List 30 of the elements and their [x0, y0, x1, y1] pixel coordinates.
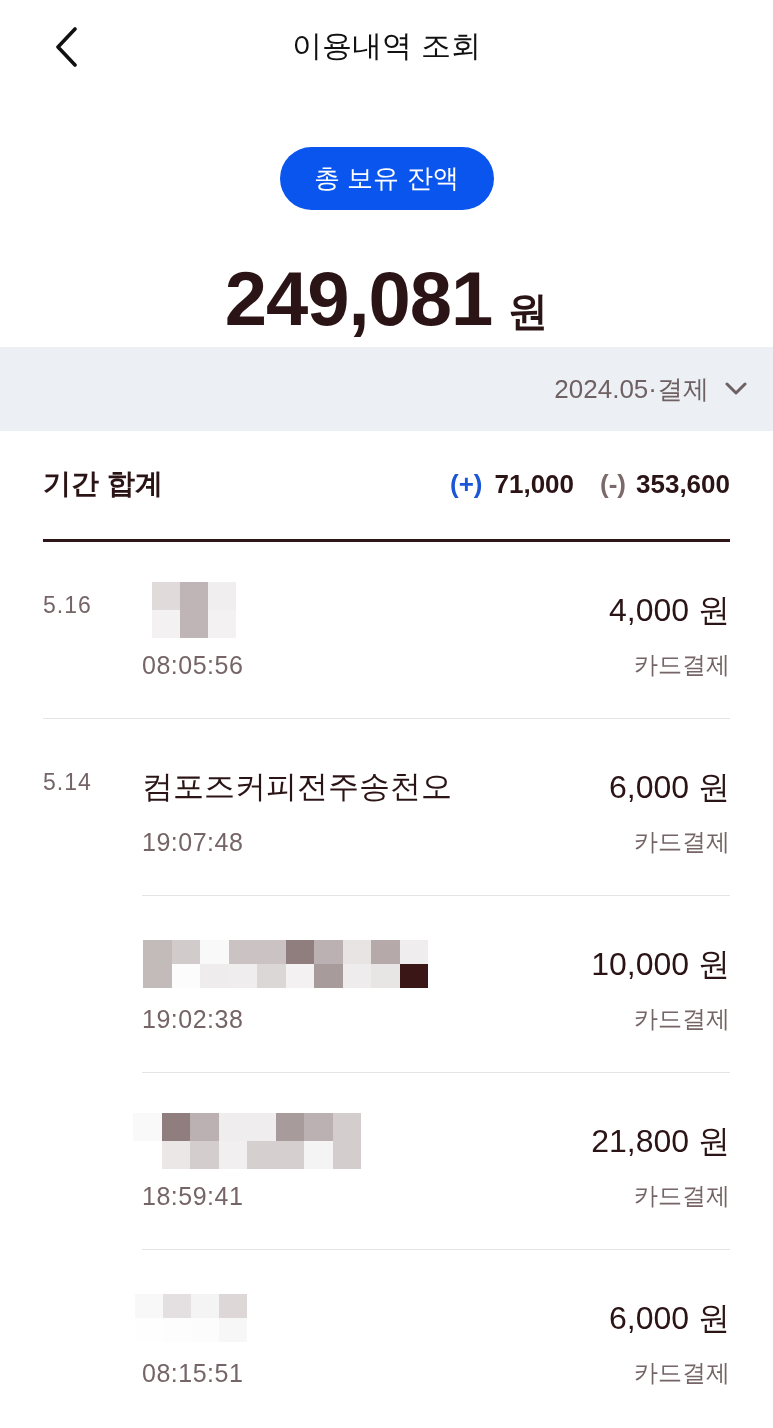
chevron-down-icon: [725, 382, 747, 396]
period-filter-dropdown[interactable]: 2024.05·결제: [554, 369, 747, 409]
balance-amount: 249,081: [224, 259, 493, 339]
back-icon: [54, 27, 78, 67]
expense-sign: (-): [600, 467, 626, 501]
payment-method-text: 카드결제: [634, 1181, 730, 1211]
payment-method-text: 카드결제: [634, 650, 730, 680]
time-text: 19:07:48: [142, 827, 244, 858]
payment-method-text: 카드결제: [634, 1004, 730, 1034]
income-total: 71,000: [494, 467, 575, 501]
time-text: 19:02:38: [142, 1004, 244, 1035]
period-total-label: 기간 합계: [43, 467, 163, 501]
payment-method-text: 카드결제: [634, 1358, 730, 1388]
date-text: 5.16: [43, 590, 92, 620]
time-text: 08:05:56: [142, 650, 244, 681]
merchant-name: 컴포즈커피전주송천오: [142, 768, 452, 806]
amount-text: 6,000 원: [609, 1299, 730, 1338]
amount-text: 4,000 원: [609, 591, 730, 630]
amount-text: 6,000 원: [609, 768, 730, 807]
payment-method-text: 카드결제: [634, 827, 730, 857]
page-title: 이용내역 조회: [292, 28, 481, 64]
time-text: 18:59:41: [142, 1181, 244, 1212]
date-text: 5.14: [43, 767, 92, 797]
amount-text: 10,000 원: [591, 945, 730, 984]
total-balance-badge: 총 보유 잔액: [279, 147, 494, 210]
income-sign: (+): [450, 467, 483, 501]
amount-text: 21,800 원: [591, 1122, 730, 1161]
time-text: 08:15:51: [142, 1358, 244, 1389]
balance-unit: 원: [508, 288, 549, 335]
expense-total: 353,600: [636, 467, 730, 501]
